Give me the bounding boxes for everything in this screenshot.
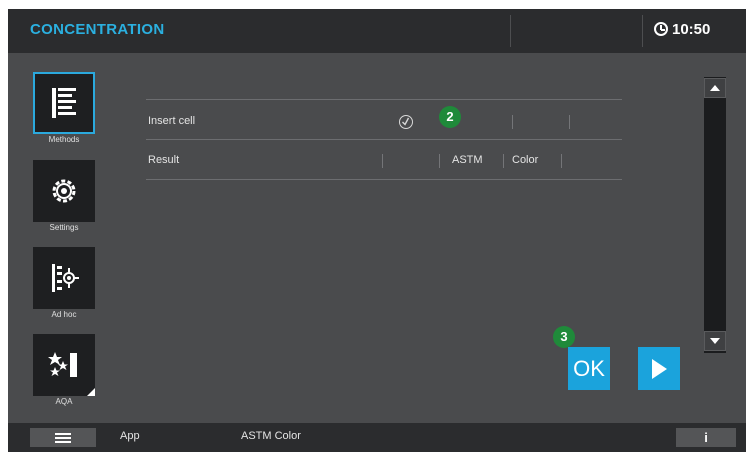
methods-list-icon <box>52 88 76 118</box>
aqa-button[interactable] <box>33 334 95 396</box>
hamburger-icon <box>55 433 71 443</box>
table-divider <box>146 179 622 180</box>
corner-indicator-icon <box>87 388 95 396</box>
menu-button[interactable] <box>30 428 96 447</box>
sidebar-item-settings[interactable]: Settings <box>30 160 98 232</box>
top-divider <box>510 15 511 47</box>
step-badge-3: 3 <box>553 326 575 348</box>
gear-icon <box>52 179 76 203</box>
info-button[interactable]: i <box>676 428 736 447</box>
row-label: Result <box>148 154 180 166</box>
methods-button[interactable] <box>33 72 95 134</box>
cell-divider <box>512 115 513 129</box>
play-icon <box>652 359 667 379</box>
sidebar-item-aqa[interactable]: AQA <box>30 334 98 406</box>
step-badge-2: 2 <box>439 106 461 128</box>
sidebar-item-ad-hoc[interactable]: Ad hoc <box>30 247 98 319</box>
sidebar-item-label: AQA <box>55 397 73 406</box>
aqa-stars-icon <box>48 352 77 377</box>
sidebar-item-label: Methods <box>48 135 80 144</box>
method-name: ASTM Color <box>241 430 301 442</box>
start-button[interactable] <box>638 347 680 390</box>
app-label: App <box>120 430 140 442</box>
sidebar-item-methods[interactable]: Methods <box>30 72 98 144</box>
table-divider <box>146 99 622 100</box>
sidebar-item-label: Ad hoc <box>51 310 77 319</box>
cell-divider <box>503 154 504 168</box>
scroll-up-button[interactable] <box>704 78 726 98</box>
scrollbar-track[interactable] <box>704 77 726 353</box>
scroll-down-button[interactable] <box>704 331 726 351</box>
row-label: Insert cell <box>148 115 196 127</box>
chevron-up-icon <box>710 85 720 91</box>
settings-button[interactable] <box>33 160 95 222</box>
ok-button[interactable]: OK <box>568 347 610 390</box>
cell-divider <box>439 154 440 168</box>
top-divider <box>642 15 643 47</box>
top-bar: CONCENTRATION 10:50 <box>8 9 746 53</box>
sidebar-item-label: Settings <box>49 223 79 232</box>
check-circle-icon <box>399 115 413 129</box>
chevron-down-icon <box>710 338 720 344</box>
cell-divider <box>561 154 562 168</box>
ad-hoc-icon <box>52 264 79 292</box>
page-title: CONCENTRATION <box>30 21 165 38</box>
cell-divider <box>569 115 570 129</box>
cell-divider <box>382 154 383 168</box>
ad-hoc-button[interactable] <box>33 247 95 309</box>
clock-time: 10:50 <box>672 21 711 38</box>
clock-icon <box>654 22 668 36</box>
table-divider <box>146 139 622 140</box>
bottom-bar: App ASTM Color i <box>8 423 746 452</box>
result-type: Color <box>512 154 539 166</box>
result-unit: ASTM <box>452 154 483 166</box>
device-screen: CONCENTRATION 10:50 Methods Settings Ad … <box>8 9 746 452</box>
